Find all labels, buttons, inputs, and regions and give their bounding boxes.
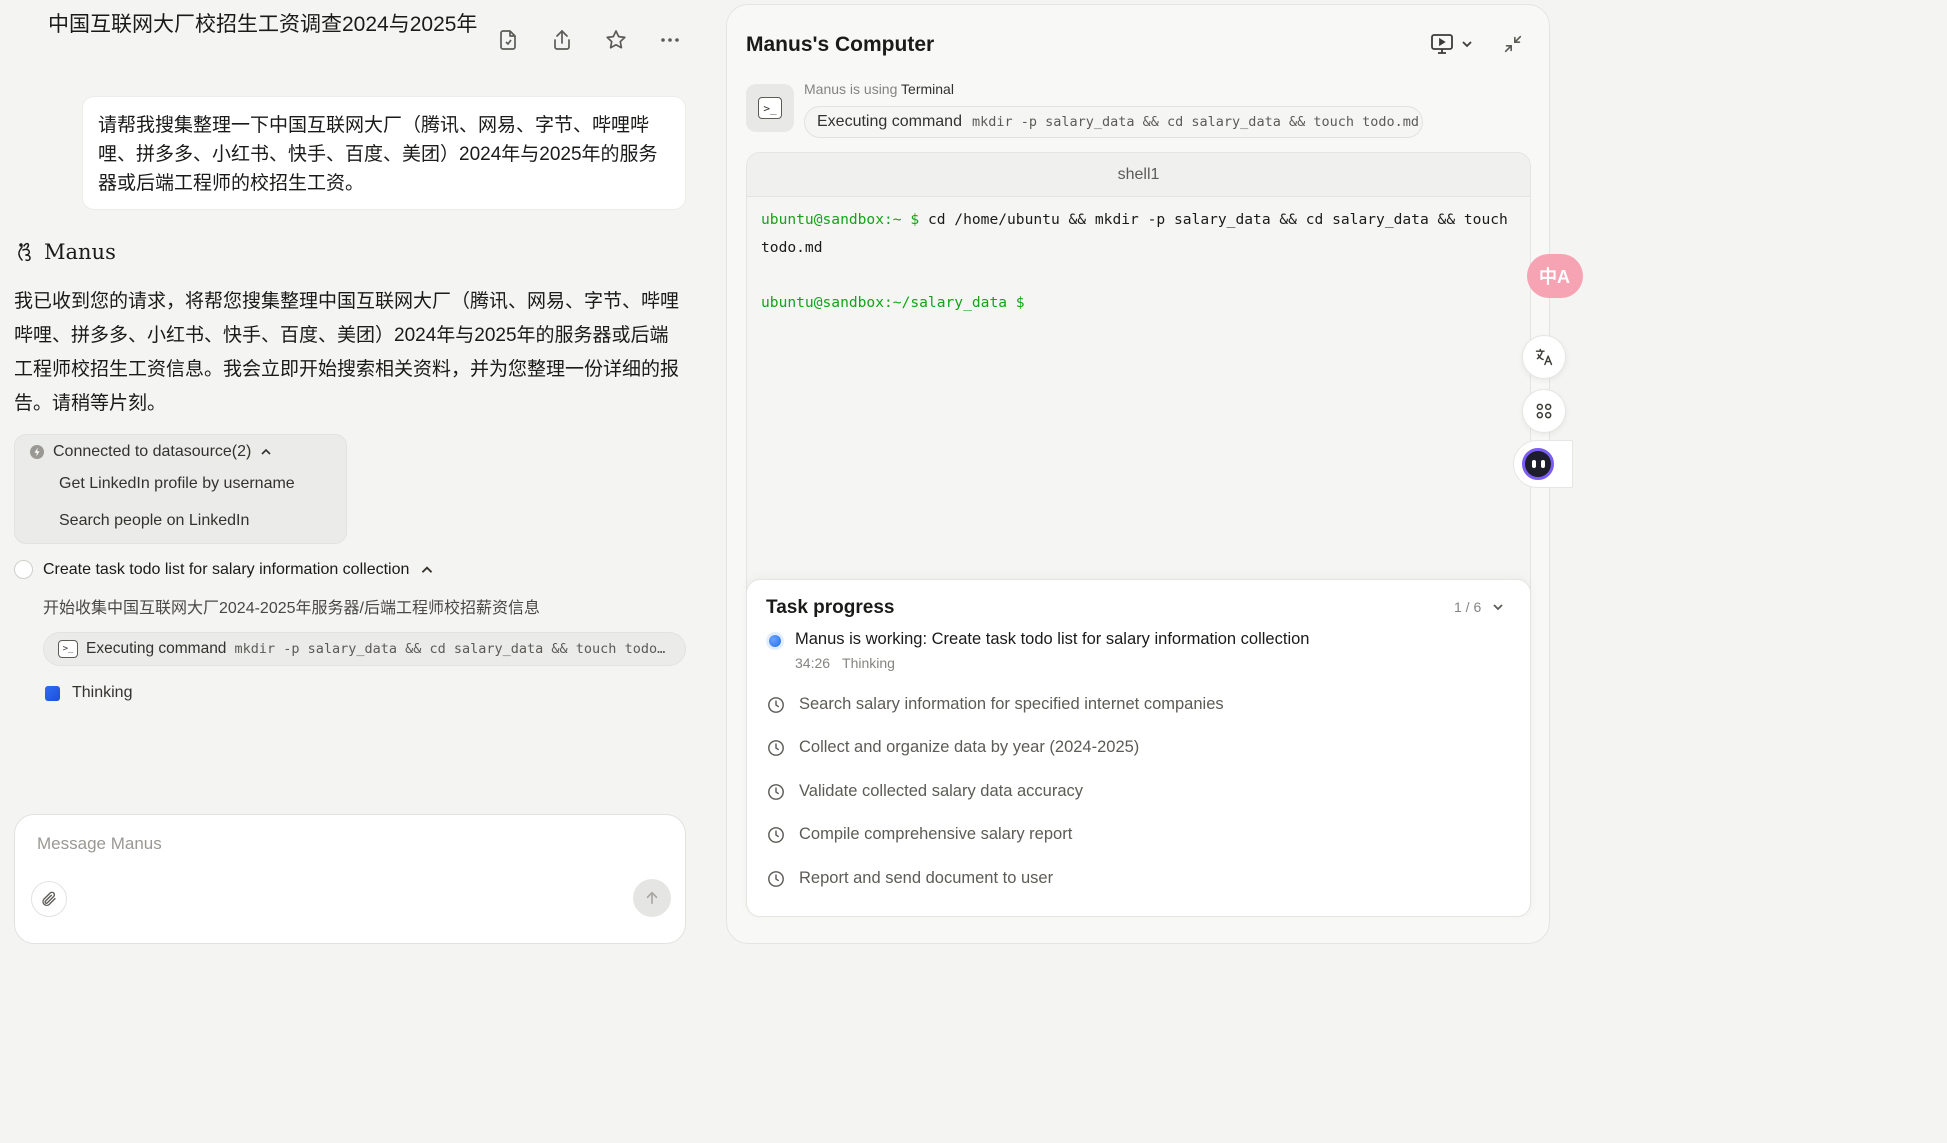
step-status-circle <box>14 560 33 579</box>
step-header[interactable]: Create task todo list for salary informa… <box>14 560 435 579</box>
using-prefix: Manus is using <box>804 81 898 97</box>
thinking-icon <box>45 685 60 701</box>
user-message: 请帮我搜集整理一下中国互联网大厂（腾讯、网易、字节、哔哩哔哩、拼多多、小红书、快… <box>82 96 686 210</box>
exec-command: mkdir -p salary_data && cd salary_data &… <box>234 641 670 657</box>
view-mode-dropdown[interactable] <box>1430 33 1474 55</box>
message-input[interactable] <box>35 833 635 855</box>
terminal-prompt: ubuntu@sandbox:~ $ <box>761 211 920 228</box>
task-progress-card: Task progress 1 / 6 Manus is working: Cr… <box>746 579 1531 917</box>
task-item-label: Search salary information for specified … <box>799 695 1224 713</box>
task-item: Collect and organize data by year (2024-… <box>767 738 1139 757</box>
chevron-down-icon <box>1493 604 1503 611</box>
monitor-icon <box>1431 34 1453 54</box>
agent-name: Manus <box>44 240 116 264</box>
executing-command-pill[interactable]: >_ Executing command mkdir -p salary_dat… <box>43 632 686 666</box>
task-active-label: Manus is working: Create task todo list … <box>795 630 1310 648</box>
terminal-line: ubuntu@sandbox:~ $ cd /home/ubuntu && mk… <box>761 206 1516 261</box>
datasource-panel: Connected to datasource(2) Get LinkedIn … <box>14 434 347 544</box>
paperclip-icon <box>42 891 56 906</box>
task-item: Search salary information for specified … <box>767 695 1224 714</box>
exec-command: mkdir -p salary_data && cd salary_data &… <box>971 114 1419 130</box>
assistant-bot-button[interactable] <box>1513 440 1573 488</box>
clock-icon <box>768 870 784 887</box>
assistant-bot-icon <box>1522 448 1554 480</box>
panel-actions <box>1430 33 1524 55</box>
panel-title: Manus's Computer <box>746 33 935 56</box>
minimize-icon[interactable] <box>1502 33 1524 55</box>
tool-icon-box: >_ <box>746 84 794 132</box>
thinking-indicator: Thinking <box>45 684 132 702</box>
shell-tab[interactable]: shell1 <box>747 153 1530 197</box>
send-button[interactable] <box>633 879 671 917</box>
terminal-prompt: ubuntu@sandbox:~/salary_data $ <box>761 293 1025 311</box>
clock-icon <box>768 696 784 713</box>
bolt-icon <box>30 445 44 459</box>
arrow-up-icon <box>646 891 658 905</box>
translate-button[interactable] <box>1522 335 1566 379</box>
apps-icon <box>1536 403 1552 419</box>
task-count: 1 / 6 <box>1454 599 1482 615</box>
chat-pane: 中国互联网大厂校招生工资调查2024与2025年 请帮我搜集整理一下中国互联网大… <box>0 0 710 944</box>
chat-title: 中国互联网大厂校招生工资调查2024与2025年 <box>48 13 478 36</box>
clock-icon <box>768 826 784 843</box>
step-title: Create task todo list for salary informa… <box>43 560 410 578</box>
agent-message: 我已收到您的请求，将帮您搜集整理中国互联网大厂（腾讯、网易、字节、哔哩哔哩、拼多… <box>14 291 680 414</box>
chevron-down-icon <box>1462 41 1472 48</box>
manus-logo-icon <box>18 242 31 262</box>
task-active-item: Manus is working: Create task todo list … <box>769 630 1309 671</box>
chevron-up-icon <box>261 448 271 455</box>
terminal-icon: >_ <box>58 640 78 658</box>
translate-badge-button[interactable]: 中A <box>1527 254 1583 298</box>
terminal-output: ubuntu@sandbox:~ $ cd /home/ubuntu && mk… <box>747 197 1530 325</box>
task-active-time: 34:26 <box>795 655 831 671</box>
task-item: Report and send document to user <box>767 869 1053 888</box>
task-item: Compile comprehensive salary report <box>767 825 1072 844</box>
task-progress-title: Task progress <box>766 597 895 618</box>
executing-command-pill: Executing command mkdir -p salary_data &… <box>804 106 1423 138</box>
task-item-label: Validate collected salary data accuracy <box>799 782 1084 800</box>
task-item-label: Collect and organize data by year (2024-… <box>799 738 1140 756</box>
chevron-up-icon <box>422 565 433 573</box>
translate-badge-text: 中A <box>1539 267 1570 287</box>
datasource-item[interactable]: Get LinkedIn profile by username <box>59 475 295 493</box>
exec-label: Executing command <box>817 113 962 130</box>
datasource-item[interactable]: Search people on LinkedIn <box>59 512 249 530</box>
thinking-label: Thinking <box>72 684 133 701</box>
working-dot-icon <box>769 635 781 647</box>
agent-header: Manus <box>14 240 116 264</box>
clock-icon <box>768 739 784 756</box>
share-icon[interactable] <box>544 22 580 58</box>
task-item-label: Report and send document to user <box>799 869 1054 887</box>
using-tool: Terminal <box>901 81 954 97</box>
terminal-line: ubuntu@sandbox:~/salary_data $ <box>761 289 1516 317</box>
task-item: Validate collected salary data accuracy <box>767 782 1083 801</box>
document-icon[interactable] <box>490 22 526 58</box>
exec-label: Executing command <box>86 640 227 657</box>
task-item-label: Compile comprehensive salary report <box>799 825 1073 843</box>
apps-button[interactable] <box>1522 389 1566 433</box>
message-composer <box>14 814 686 944</box>
translate-icon <box>1535 348 1553 366</box>
more-icon[interactable] <box>652 22 688 58</box>
step-subtitle: 开始收集中国互联网大厂2024-2025年服务器/后端工程师校招薪资信息 <box>43 600 540 617</box>
task-active-status: Thinking <box>842 655 895 671</box>
star-icon[interactable] <box>598 22 634 58</box>
task-progress-toggle[interactable]: 1 / 6 <box>1454 599 1505 615</box>
title-actions <box>490 22 688 58</box>
attach-button[interactable] <box>31 881 67 917</box>
clock-icon <box>768 783 784 800</box>
terminal-icon: >_ <box>758 97 782 119</box>
datasource-label: Connected to datasource(2) <box>53 443 252 460</box>
datasource-toggle[interactable]: Connected to datasource(2) <box>29 443 273 461</box>
tool-usage-label: Manus is using Terminal <box>804 81 954 97</box>
computer-panel: Manus's Computer >_ Manus is using Termi… <box>726 4 1550 944</box>
